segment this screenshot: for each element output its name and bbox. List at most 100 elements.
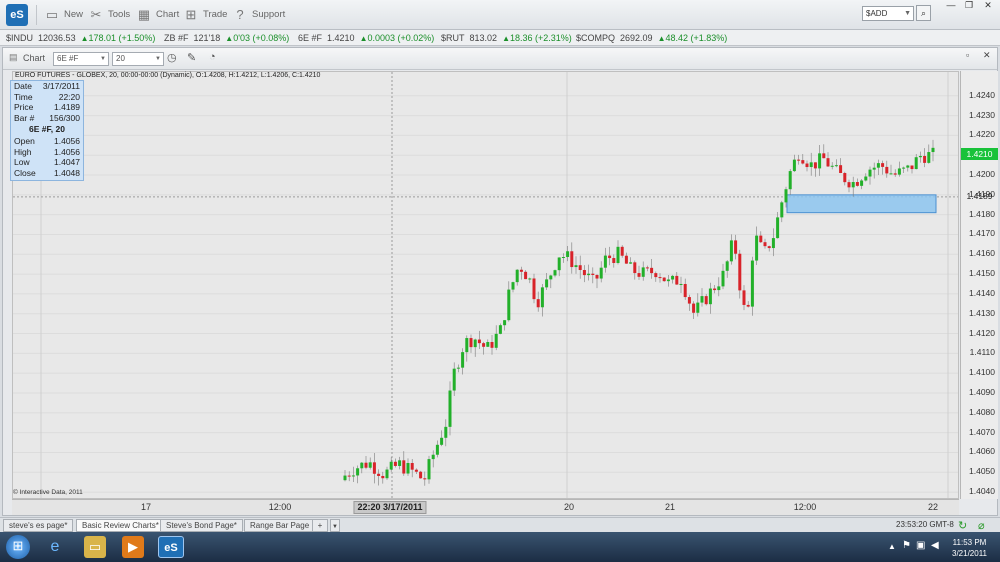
candle-body: [679, 283, 683, 285]
ticker-item[interactable]: 6E #F 1.4210 ▲0.0003 (+0.02%): [298, 30, 434, 47]
tab-basic-review-charts[interactable]: Basic Review Charts*: [76, 519, 165, 532]
candle-body: [847, 182, 851, 188]
candle-body: [650, 267, 654, 274]
page-tabs: steve's es page* Basic Review Charts* St…: [0, 517, 1000, 532]
tab-steves-bond-page[interactable]: Steve's Bond Page*: [160, 519, 243, 532]
highlight-zone[interactable]: [786, 194, 937, 214]
candle-body: [431, 454, 435, 460]
restore-button[interactable]: ❐: [960, 0, 978, 11]
tab-menu-button[interactable]: ▼: [330, 519, 340, 532]
candle-body: [503, 320, 507, 326]
time-tick-label: 17: [140, 502, 152, 512]
candle-body: [897, 168, 901, 175]
minimize-button[interactable]: —: [942, 0, 960, 11]
up-arrow-icon: ▲: [359, 34, 368, 43]
symbol-input[interactable]: $ADD ▼: [862, 6, 914, 21]
price-tick-label: 1.4230: [969, 109, 995, 120]
price-tick-label: 1.4180: [969, 208, 995, 219]
candle-body: [683, 283, 687, 298]
candle-body: [389, 461, 393, 470]
candle-body: [759, 235, 763, 243]
chart-window-label: Chart: [23, 53, 46, 63]
price-tick-label: 1.4160: [969, 248, 995, 259]
time-axis[interactable]: 17 12:00 20 21 12:00 22 22:20 3/17/2011: [12, 499, 959, 515]
start-button[interactable]: ⊞: [6, 535, 30, 559]
price-axis[interactable]: 1.42401.42301.42201.42101.42001.41901.41…: [960, 71, 998, 499]
candle-body: [696, 302, 700, 313]
candle-body: [641, 267, 645, 277]
candle-body: [494, 333, 498, 348]
price-tick-label: 1.4240: [969, 89, 995, 100]
candle-body: [725, 261, 729, 271]
chart-symbol-input[interactable]: 6E #F ▼: [53, 52, 109, 66]
symbol-search-button[interactable]: ⌕: [916, 5, 931, 21]
ie-icon[interactable]: e: [44, 536, 66, 558]
trade-button[interactable]: ⊞ Trade: [183, 6, 228, 24]
candle-body: [809, 162, 813, 168]
candle-body: [889, 173, 893, 175]
candle-body: [612, 258, 616, 263]
network-icon[interactable]: ▣: [916, 540, 925, 551]
new-button[interactable]: ▭ New: [44, 6, 83, 24]
candle-body: [805, 163, 809, 168]
price-tick-label: 1.4170: [969, 228, 995, 239]
candle-body: [440, 437, 444, 445]
chart-plot-area[interactable]: [12, 71, 959, 499]
candle-body: [532, 278, 536, 300]
candle-body: [364, 462, 368, 468]
candle-body: [885, 166, 889, 174]
candle-body: [788, 171, 792, 190]
flag-icon[interactable]: ⚑: [902, 540, 911, 551]
candle-body: [855, 182, 859, 186]
esignal-taskbar-icon[interactable]: eS: [158, 536, 184, 558]
chart-interval-select[interactable]: 20 ▼: [112, 52, 164, 66]
candle-body: [595, 274, 599, 279]
refresh-icon[interactable]: ◔: [209, 51, 216, 63]
volume-icon[interactable]: ◀: [931, 540, 939, 551]
tools-button[interactable]: ✂ Tools: [88, 6, 131, 24]
show-hidden-icons-icon[interactable]: ▲: [888, 542, 896, 551]
clock-icon[interactable]: ◷: [167, 51, 177, 64]
pencil-icon[interactable]: ✎: [187, 51, 196, 64]
close-button[interactable]: ✕: [979, 0, 997, 11]
ticker-item[interactable]: $INDU 12036.53 ▲178.01 (+1.50%): [6, 30, 155, 47]
candle-body: [393, 461, 397, 466]
candle-body: [750, 260, 754, 307]
windows-taskbar: ⊞ e ▭ ▶ eS ▲ ⚑ ▣ ◀ 11:53 PM 3/21/2011: [0, 532, 1000, 562]
candle-body: [771, 238, 775, 249]
time-tick-label: 21: [664, 502, 676, 512]
ticker-item[interactable]: $RUT 813.02 ▲18.36 (+2.31%): [441, 30, 572, 47]
tab-range-bar-page[interactable]: Range Bar Page: [244, 519, 316, 532]
close-chart-icon[interactable]: ✕: [983, 50, 991, 61]
candle-body: [515, 269, 519, 283]
up-arrow-icon: ▲: [502, 34, 510, 43]
candle-body: [511, 282, 515, 290]
candle-body: [893, 173, 897, 175]
candle-body: [402, 460, 406, 474]
candle-body: [851, 182, 855, 188]
candle-body: [918, 155, 922, 158]
time-tick-label: 20: [563, 502, 575, 512]
tab-steves-es-page[interactable]: steve's es page*: [3, 519, 74, 532]
chart-button[interactable]: ▦ Chart: [136, 6, 179, 24]
candle-body: [435, 444, 439, 455]
price-chart[interactable]: [13, 72, 959, 499]
ticker-item[interactable]: $COMPQ 2692.09 ▲48.42 (+1.83%): [576, 30, 727, 47]
ticker-item[interactable]: ZB #F 121'18 ▲0'03 (+0.08%): [164, 30, 289, 47]
folder-icon[interactable]: ▭: [84, 536, 106, 558]
media-player-icon[interactable]: ▶: [122, 536, 144, 558]
candle-body: [406, 462, 410, 474]
candle-body: [473, 339, 477, 348]
candle-body: [864, 176, 868, 181]
candle-body: [902, 167, 906, 169]
link-icon[interactable]: ⌀: [978, 519, 985, 532]
maximize-chart-icon[interactable]: ▫: [966, 50, 969, 60]
support-button[interactable]: ? Support: [232, 6, 285, 24]
candle-body: [872, 167, 876, 170]
refresh-icon[interactable]: ↻: [958, 519, 967, 532]
candle-body: [767, 246, 771, 249]
system-clock[interactable]: 11:53 PM 3/21/2011: [952, 537, 987, 559]
info-row: Date 3/17/2011: [14, 81, 80, 91]
candle-body: [742, 290, 746, 305]
add-tab-button[interactable]: +: [312, 519, 328, 532]
